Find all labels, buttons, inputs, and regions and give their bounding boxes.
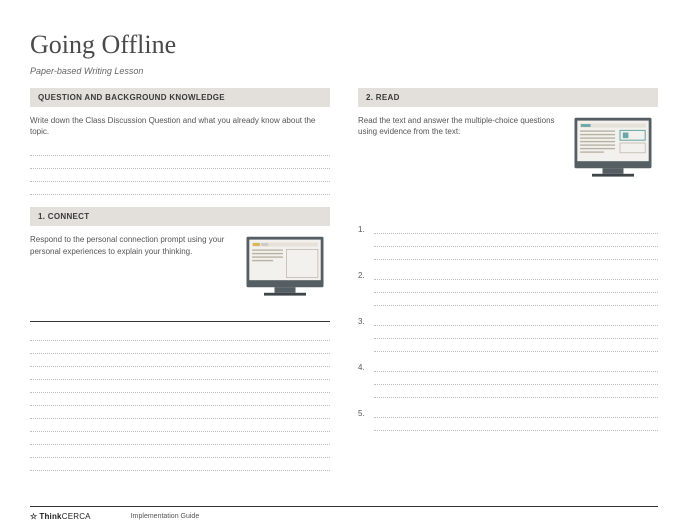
connect-lines [30, 328, 330, 471]
write-line [30, 432, 330, 445]
write-line [30, 367, 330, 380]
write-line [374, 268, 658, 280]
computer-monitor-icon [240, 234, 330, 304]
left-column: QUESTION AND BACKGROUND KNOWLEDGE Write … [30, 88, 330, 471]
write-line [374, 385, 658, 398]
question-number: 5. [358, 409, 368, 418]
write-line [30, 393, 330, 406]
brand-bold: Think [39, 512, 61, 521]
page-footer: ☆ThinkCERCA Implementation Guide [30, 506, 658, 521]
write-line [374, 326, 658, 339]
question-row: 3. [358, 314, 658, 326]
computer-monitor-icon [568, 115, 658, 185]
question-row: 1. [358, 222, 658, 234]
monitor-illustration-right [568, 115, 658, 190]
question-number: 4. [358, 363, 368, 372]
qbk-header: QUESTION AND BACKGROUND KNOWLEDGE [30, 88, 330, 107]
write-line [30, 143, 330, 156]
question-row: 4. [358, 360, 658, 372]
write-line [374, 293, 658, 306]
read-text: Read the text and answer the multiple-ch… [358, 115, 558, 137]
write-line [374, 222, 658, 234]
write-line [374, 360, 658, 372]
write-line [374, 234, 658, 247]
write-line [30, 182, 330, 195]
page-subtitle: Paper-based Writing Lesson [30, 66, 658, 76]
brand-logo: ☆ThinkCERCA [30, 512, 91, 521]
write-line [30, 445, 330, 458]
write-line [30, 169, 330, 182]
write-line [374, 280, 658, 293]
footer-guide-text: Implementation Guide [131, 513, 199, 520]
connect-header: 1. CONNECT [30, 207, 330, 226]
write-line [30, 380, 330, 393]
write-line [30, 419, 330, 432]
write-line [374, 339, 658, 352]
write-line [30, 406, 330, 419]
write-line [374, 372, 658, 385]
right-column: 2. READ Read the text and answer the mul… [358, 88, 658, 471]
divider-line [30, 321, 330, 322]
page-title: Going Offline [30, 30, 658, 60]
write-line [30, 328, 330, 341]
question-number: 3. [358, 317, 368, 326]
write-line [30, 156, 330, 169]
write-line [30, 354, 330, 367]
question-number: 1. [358, 225, 368, 234]
qbk-text: Write down the Class Discussion Question… [30, 115, 330, 137]
monitor-illustration-left [240, 234, 330, 309]
question-row: 2. [358, 268, 658, 280]
question-number: 2. [358, 271, 368, 280]
write-line [374, 247, 658, 260]
write-line [30, 341, 330, 354]
write-line [374, 314, 658, 326]
qbk-lines [30, 143, 330, 195]
connect-text: Respond to the personal connection promp… [30, 234, 228, 256]
star-icon: ☆ [30, 512, 37, 521]
read-header: 2. READ [358, 88, 658, 107]
brand-rest: CERCA [62, 512, 91, 521]
numbered-questions: 1. 2. 3. 4. [358, 222, 658, 431]
write-line [30, 458, 330, 471]
write-line [374, 418, 658, 431]
write-line [374, 406, 658, 418]
question-row: 5. [358, 406, 658, 418]
